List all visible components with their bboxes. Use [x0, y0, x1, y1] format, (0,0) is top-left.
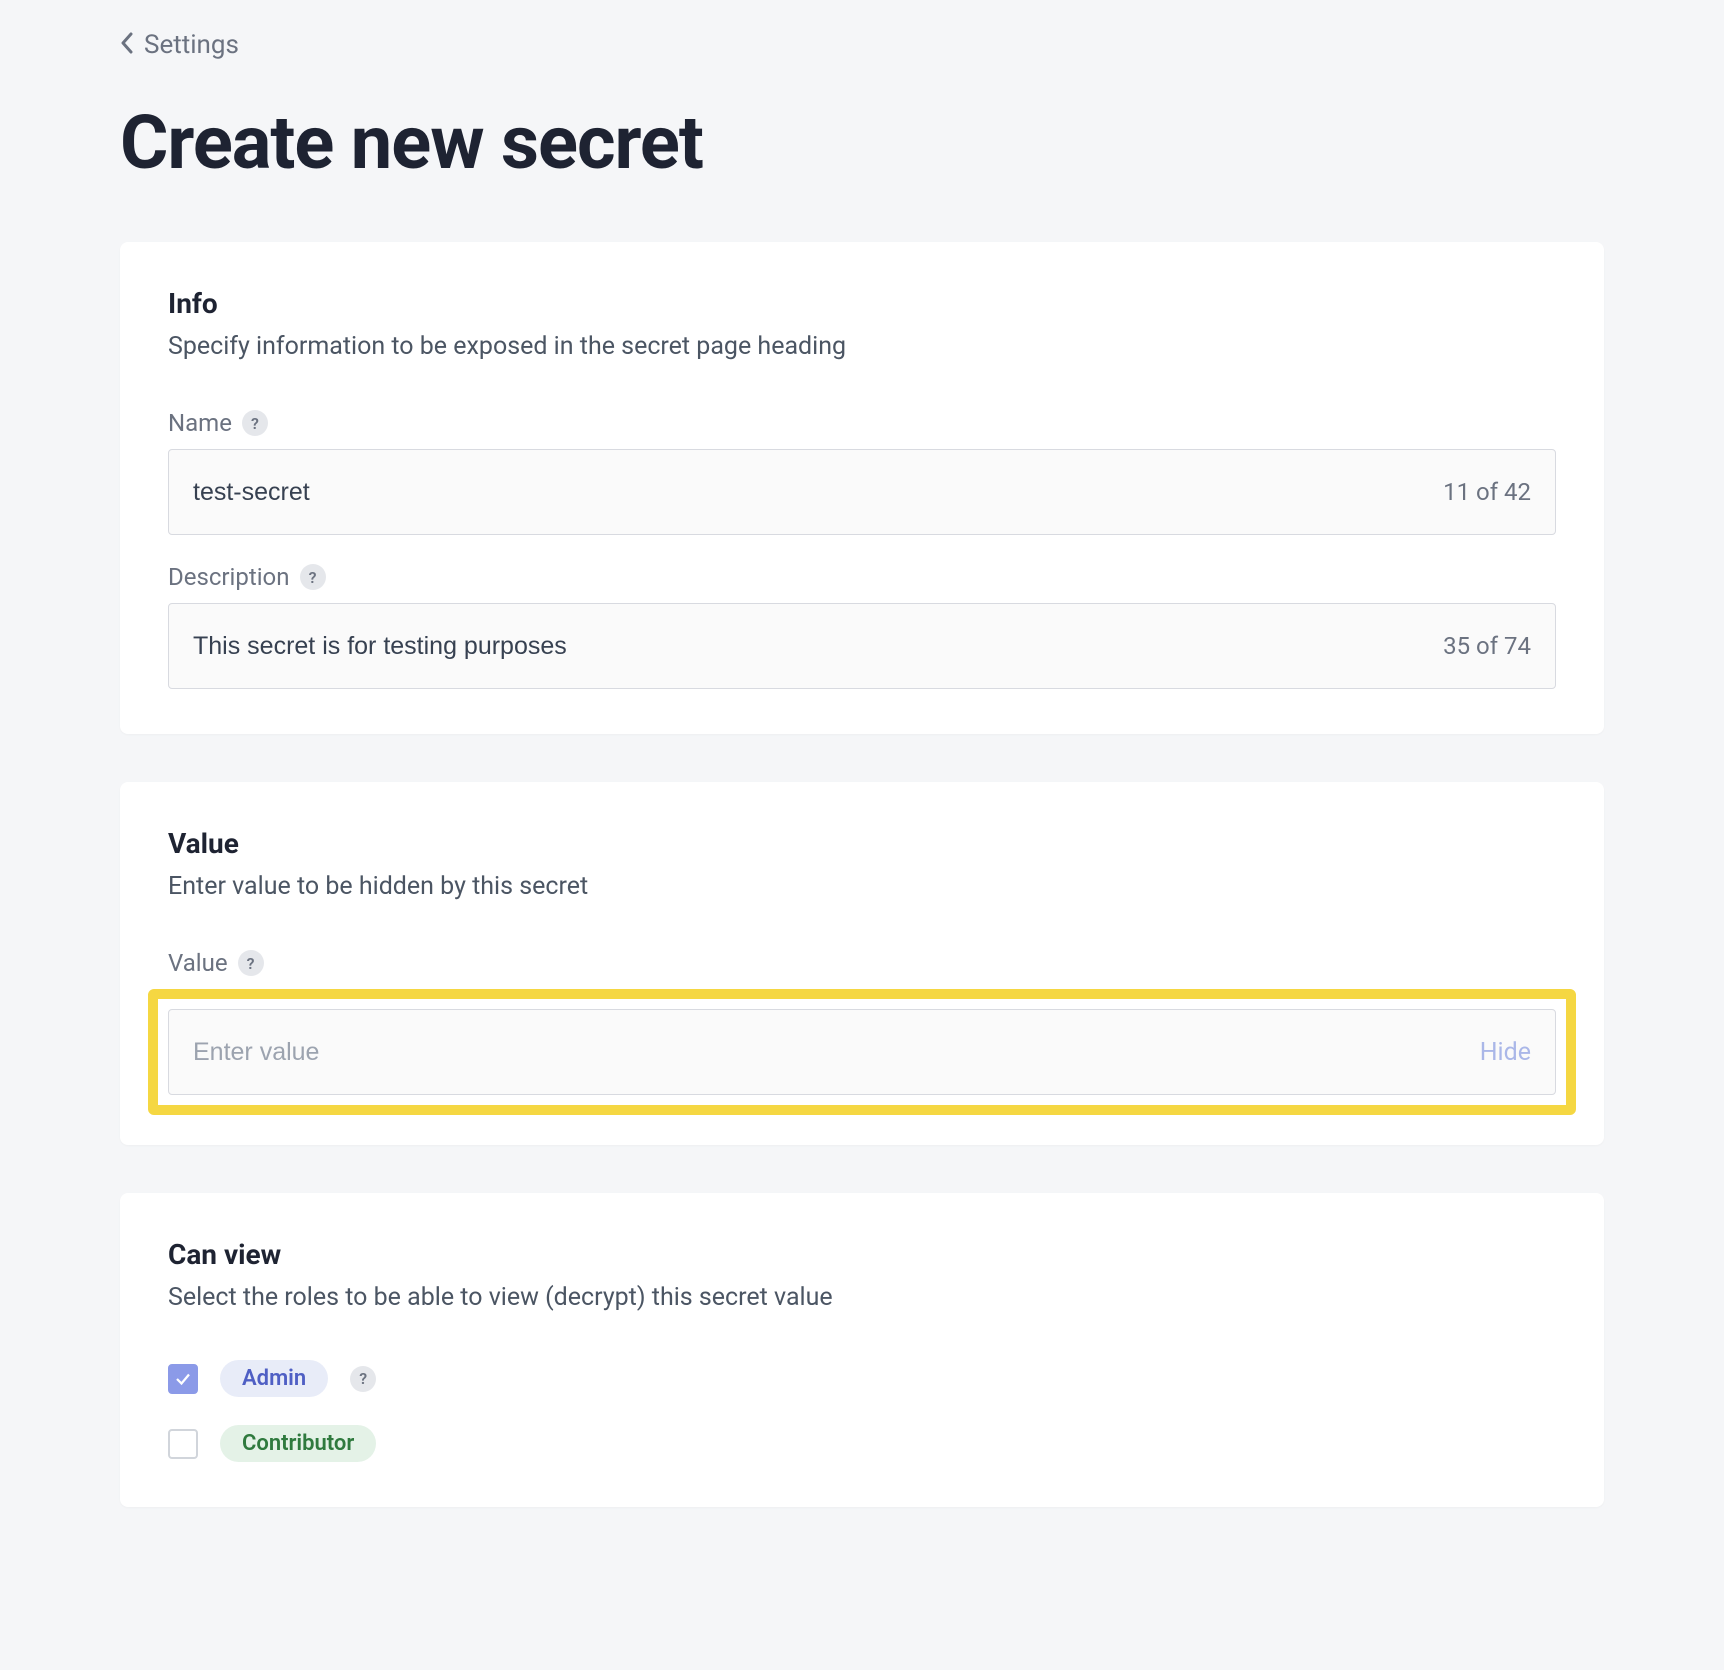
help-icon[interactable]: ?: [300, 564, 326, 590]
value-card: Value Enter value to be hidden by this s…: [120, 782, 1604, 1145]
value-subtitle: Enter value to be hidden by this secret: [168, 872, 1556, 901]
info-title: Info: [168, 287, 1556, 320]
name-char-count: 11 of 42: [1443, 478, 1531, 506]
name-field: Name ? 11 of 42: [168, 409, 1556, 535]
page-title: Create new secret: [120, 100, 1604, 187]
description-label: Description: [168, 563, 290, 591]
value-highlight: Hide: [148, 989, 1576, 1115]
hide-button[interactable]: Hide: [1480, 1038, 1531, 1067]
breadcrumb[interactable]: Settings: [120, 30, 1604, 60]
chevron-left-icon: [120, 32, 134, 59]
value-field: Value ? Hide: [168, 949, 1556, 1115]
value-input[interactable]: [193, 1010, 1480, 1094]
value-title: Value: [168, 827, 1556, 860]
canview-subtitle: Select the roles to be able to view (dec…: [168, 1283, 1556, 1312]
role-row: Contributor: [168, 1425, 1556, 1462]
role-pill: Admin: [220, 1360, 328, 1397]
role-checkbox[interactable]: [168, 1429, 198, 1459]
role-checkbox[interactable]: [168, 1364, 198, 1394]
canview-card: Can view Select the roles to be able to …: [120, 1193, 1604, 1507]
description-input-wrap: 35 of 74: [168, 603, 1556, 689]
name-input-wrap: 11 of 42: [168, 449, 1556, 535]
role-pill: Contributor: [220, 1425, 376, 1462]
value-input-wrap: Hide: [168, 1009, 1556, 1095]
role-row: Admin?: [168, 1360, 1556, 1397]
breadcrumb-label: Settings: [144, 30, 239, 60]
canview-title: Can view: [168, 1238, 1556, 1271]
info-card: Info Specify information to be exposed i…: [120, 242, 1604, 734]
help-icon[interactable]: ?: [242, 410, 268, 436]
description-field: Description ? 35 of 74: [168, 563, 1556, 689]
info-subtitle: Specify information to be exposed in the…: [168, 332, 1556, 361]
name-input[interactable]: [193, 450, 1443, 534]
description-char-count: 35 of 74: [1443, 632, 1531, 660]
name-label: Name: [168, 409, 232, 437]
help-icon[interactable]: ?: [350, 1366, 376, 1392]
description-input[interactable]: [193, 604, 1443, 688]
help-icon[interactable]: ?: [238, 950, 264, 976]
value-label: Value: [168, 949, 228, 977]
